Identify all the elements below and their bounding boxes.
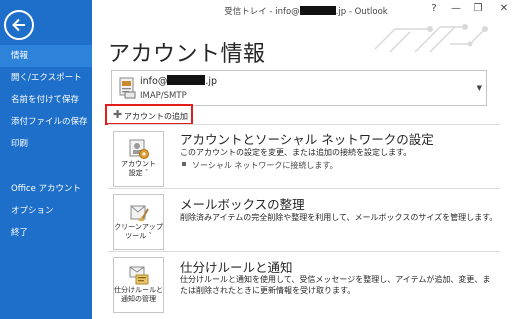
- manage-rules-button[interactable]: 仕分けルールと 通知の管理: [113, 257, 164, 313]
- cleanup-tools-button[interactable]: クリーンアップ ツール ˇ: [113, 194, 164, 250]
- nav-item-open-export[interactable]: 開く/エクスポート: [0, 67, 92, 89]
- account-selector[interactable]: info@ .jp IMAP/SMTP ▼: [111, 70, 487, 106]
- window-title-prefix: 受信トレイ - info@: [224, 7, 300, 17]
- nav-item-office-account[interactable]: Office アカウント: [0, 178, 92, 200]
- section-divider: [108, 124, 500, 125]
- nav-item-info[interactable]: 情報: [0, 45, 92, 67]
- nav-item-options[interactable]: オプション: [0, 200, 92, 222]
- account-settings-button[interactable]: アカウント 設定 ˇ: [113, 131, 164, 187]
- redacted-email: [167, 75, 206, 85]
- section-divider: [108, 188, 500, 189]
- add-account-button[interactable]: ✚ アカウントの追加: [105, 104, 193, 125]
- nav-item-save-as[interactable]: 名前を付けて保存: [0, 89, 92, 111]
- help-button[interactable]: ?: [426, 3, 442, 14]
- section-description: 削除済みアイテムの完全削除や整理を利用して、メールボックスのサイズを管理します。: [180, 213, 498, 222]
- cleanup-tools-icon: [130, 205, 149, 222]
- redacted-domain: [299, 6, 336, 15]
- close-button[interactable]: ✕: [496, 3, 512, 14]
- nav-item-print[interactable]: 印刷: [0, 133, 92, 155]
- plus-icon: ✚: [113, 108, 123, 121]
- section-description: このアカウントの設定を変更、または追加の接続を設定します。: [180, 148, 412, 157]
- tile-label: クリーンアップ: [114, 223, 163, 231]
- dropdown-arrow-icon: ▼: [476, 84, 482, 92]
- account-mail-icon: [119, 77, 136, 99]
- tile-label: 仕分けルールと: [114, 286, 163, 294]
- account-type: IMAP/SMTP: [140, 91, 187, 101]
- minimize-button[interactable]: —: [448, 3, 464, 14]
- circuit-decoration-icon: [374, 24, 488, 53]
- account-settings-icon: [129, 139, 149, 159]
- section-title: メールボックスの整理: [180, 197, 305, 212]
- tile-label: 設定 ˇ: [128, 169, 149, 177]
- nav-item-exit[interactable]: 終了: [0, 222, 92, 244]
- social-network-bullet-text: ソーシャル ネットワークに接続します。: [192, 161, 338, 170]
- section-title: アカウントとソーシャル ネットワークの設定: [180, 132, 434, 147]
- add-account-label: アカウントの追加: [124, 112, 188, 121]
- backstage-nav: 情報 開く/エクスポート 名前を付けて保存 添付ファイルの保存 印刷 Offic…: [0, 45, 92, 244]
- account-email-suffix: .jp: [205, 76, 218, 87]
- tile-label: 通知の管理: [121, 295, 156, 303]
- nav-item-save-attachments[interactable]: 添付ファイルの保存: [0, 111, 92, 133]
- rules-alerts-icon: [129, 266, 149, 285]
- backstage-sidebar: 情報 開く/エクスポート 名前を付けて保存 添付ファイルの保存 印刷 Offic…: [0, 0, 92, 319]
- back-button[interactable]: [4, 10, 34, 40]
- bullet-icon: [182, 162, 186, 166]
- back-arrow-icon: [12, 18, 25, 32]
- section-divider: [108, 251, 500, 252]
- restore-button[interactable]: ❐: [470, 3, 486, 14]
- tile-label: ツール ˇ: [125, 232, 152, 240]
- account-email: info@ .jp: [140, 75, 217, 87]
- section-description: 仕分けルールと通知を使用して、受信メッセージを整理し、アイテムが追加、変更、また…: [180, 275, 491, 295]
- social-network-bullet: ソーシャル ネットワークに接続します。: [182, 160, 338, 171]
- page-title: アカウント情報: [108, 42, 266, 67]
- tile-label: アカウント: [121, 160, 156, 168]
- account-email-prefix: info@: [140, 76, 168, 87]
